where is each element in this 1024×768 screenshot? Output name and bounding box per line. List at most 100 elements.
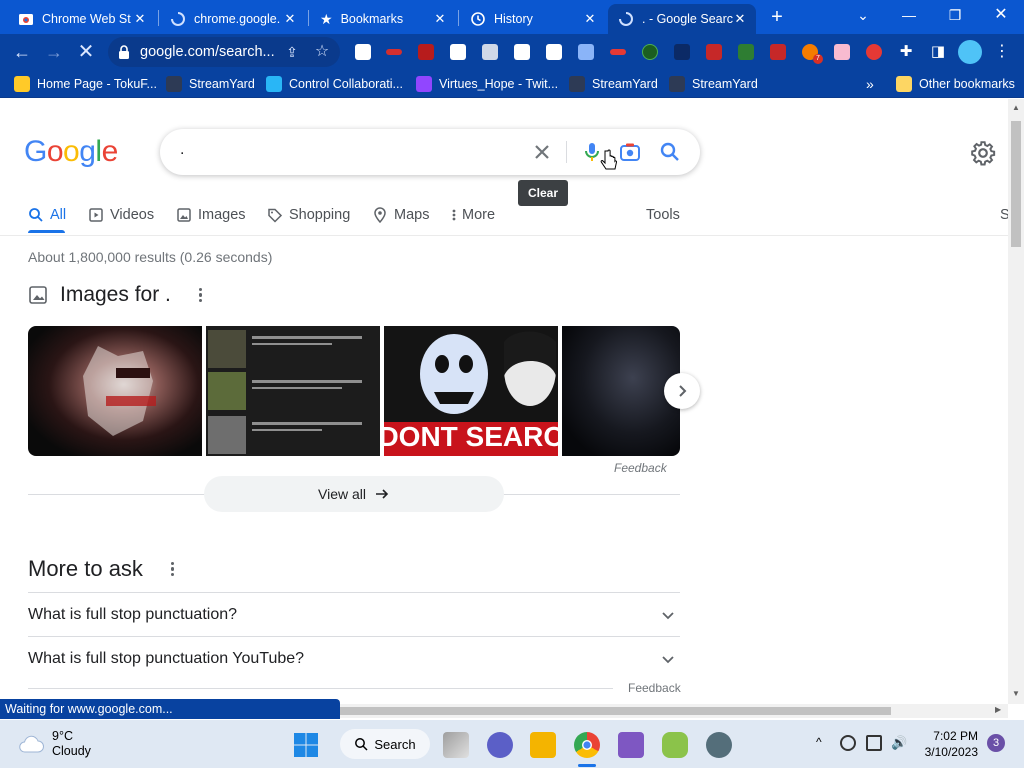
bookmark-item[interactable]: StreamYard xyxy=(569,75,658,93)
file-explorer-icon[interactable] xyxy=(530,732,556,758)
back-arrow-icon[interactable]: ← xyxy=(10,40,34,64)
teams-chat-icon[interactable] xyxy=(487,732,513,758)
question-row[interactable]: What is full stop punctuation YouTube? xyxy=(28,636,680,680)
sync-icon[interactable] xyxy=(840,735,856,751)
extension-icon[interactable] xyxy=(610,49,626,55)
question-row[interactable]: What is full stop punctuation? xyxy=(28,592,680,636)
extension-icon[interactable] xyxy=(578,44,594,60)
bookmark-star-icon[interactable]: ☆ xyxy=(310,40,334,64)
tab-maps[interactable]: Maps xyxy=(372,203,429,227)
extension-icon[interactable] xyxy=(386,49,402,55)
lock-icon[interactable] xyxy=(118,45,130,59)
extension-icon[interactable] xyxy=(482,44,498,60)
vertical-scrollbar[interactable]: ▲ ▼ xyxy=(1008,99,1024,704)
forward-arrow-icon[interactable]: → xyxy=(42,40,66,64)
scrollbar-thumb[interactable] xyxy=(1011,121,1021,247)
browser-tab-history[interactable]: History ✕ xyxy=(460,4,606,34)
share-icon[interactable]: ⇪ xyxy=(280,40,304,64)
close-window-button[interactable]: ✕ xyxy=(978,0,1024,30)
extension-icon[interactable] xyxy=(834,44,850,60)
browser-tab-chrome-google[interactable]: chrome.google. ✕ xyxy=(160,4,306,34)
settings-app-icon[interactable] xyxy=(706,732,732,758)
bookmark-item[interactable]: Control Collaborati... xyxy=(266,75,403,93)
tab-images[interactable]: Images xyxy=(176,203,246,227)
tab-search-chevron-icon[interactable]: ⌄ xyxy=(840,0,886,30)
extension-icon[interactable] xyxy=(866,44,882,60)
extension-icon[interactable] xyxy=(706,44,722,60)
extension-icon[interactable] xyxy=(642,44,658,60)
notification-badge[interactable]: 3 xyxy=(987,734,1005,752)
chrome-icon[interactable] xyxy=(574,732,600,758)
scroll-down-arrow-icon[interactable]: ▼ xyxy=(1012,689,1020,698)
bookmarks-overflow-button[interactable]: » xyxy=(866,75,874,93)
scroll-right-arrow-icon[interactable]: ▶ xyxy=(995,705,1001,714)
address-bar[interactable]: google.com/search... xyxy=(108,37,340,67)
menu-dots-icon[interactable]: ⋮ xyxy=(990,40,1014,64)
task-view-icon[interactable] xyxy=(443,732,469,758)
weather-widget[interactable]: 9°C Cloudy xyxy=(18,729,91,759)
carousel-next-button[interactable] xyxy=(664,373,700,409)
restore-button[interactable]: ❐ xyxy=(932,0,978,30)
camera-lens-icon[interactable] xyxy=(618,140,642,164)
extension-icon[interactable] xyxy=(546,44,562,60)
browser-tab-google-search-active[interactable]: . - Google Searc ✕ xyxy=(608,4,756,34)
extension-icon[interactable] xyxy=(770,44,786,60)
close-tab-icon[interactable]: ✕ xyxy=(432,11,448,27)
side-panel-icon[interactable]: ◨ xyxy=(926,40,950,64)
close-tab-icon[interactable]: ✕ xyxy=(582,11,598,27)
search-box[interactable]: . xyxy=(160,129,700,175)
browser-tab-chrome-web-store[interactable]: Chrome Web St ✕ xyxy=(8,4,156,34)
close-tab-icon[interactable]: ✕ xyxy=(732,11,748,27)
tab-videos[interactable]: Videos xyxy=(88,203,154,227)
tools-button[interactable]: Tools xyxy=(646,203,680,227)
image-thumbnail[interactable] xyxy=(28,326,202,456)
extension-icon[interactable] xyxy=(738,44,754,60)
windows-start-icon[interactable] xyxy=(293,732,319,758)
close-tab-icon[interactable]: ✕ xyxy=(132,11,148,27)
profile-avatar[interactable] xyxy=(958,40,982,64)
taskbar-search[interactable]: Search xyxy=(340,729,430,759)
more-options-icon[interactable] xyxy=(170,561,175,577)
image-thumbnail[interactable]: DONT SEARC xyxy=(384,326,558,456)
bookmark-item[interactable]: StreamYard xyxy=(669,75,758,93)
extension-icon[interactable] xyxy=(418,44,434,60)
scrollbar-thumb[interactable] xyxy=(340,707,891,715)
search-input[interactable]: . xyxy=(180,141,184,159)
puzzle-extensions-icon[interactable]: ✚ xyxy=(894,40,918,64)
view-all-button[interactable]: View all xyxy=(204,476,504,512)
volume-icon[interactable]: 🔊 xyxy=(891,735,907,751)
system-clock[interactable]: 7:02 PM 3/10/2023 xyxy=(920,728,978,760)
bookmark-item[interactable]: Home Page - TokuF... xyxy=(14,75,157,93)
feedback-link[interactable]: Feedback xyxy=(628,681,681,695)
close-tab-icon[interactable]: ✕ xyxy=(282,11,298,27)
bookmark-item[interactable]: Virtues_Hope - Twit... xyxy=(416,75,558,93)
tab-more[interactable]: More xyxy=(450,203,495,227)
tab-all[interactable]: All xyxy=(28,203,66,227)
tab-shopping[interactable]: Shopping xyxy=(267,203,350,227)
image-thumbnail[interactable] xyxy=(562,326,680,456)
minimize-button[interactable]: — xyxy=(886,0,932,30)
tray-chevron-up-icon[interactable]: ^ xyxy=(816,735,832,751)
extension-icon[interactable] xyxy=(450,44,466,60)
new-tab-button[interactable]: + xyxy=(764,5,790,29)
more-options-icon[interactable] xyxy=(198,287,203,303)
display-icon[interactable] xyxy=(866,735,882,751)
settings-gear-icon[interactable] xyxy=(970,140,996,166)
visual-studio-icon[interactable] xyxy=(618,732,644,758)
browser-tab-bookmarks[interactable]: ★ Bookmarks ✕ xyxy=(310,4,456,34)
clear-icon[interactable] xyxy=(530,140,554,164)
search-icon[interactable] xyxy=(658,140,682,164)
game-app-icon[interactable] xyxy=(662,732,688,758)
extension-icon[interactable] xyxy=(514,44,530,60)
image-thumbnail[interactable] xyxy=(206,326,380,456)
safesearch-label-cutoff[interactable]: S xyxy=(1000,203,1008,227)
google-logo[interactable]: Google xyxy=(24,135,118,169)
extension-icon[interactable] xyxy=(355,44,371,60)
bookmark-item[interactable]: StreamYard xyxy=(166,75,255,93)
other-bookmarks-folder[interactable]: Other bookmarks xyxy=(896,75,1015,93)
images-feedback-link[interactable]: Feedback xyxy=(614,461,667,475)
horizontal-scrollbar[interactable]: ▶ xyxy=(340,704,1008,718)
scroll-up-arrow-icon[interactable]: ▲ xyxy=(1012,103,1020,112)
stop-loading-icon[interactable]: ✕ xyxy=(74,40,98,64)
extension-icon[interactable] xyxy=(674,44,690,60)
